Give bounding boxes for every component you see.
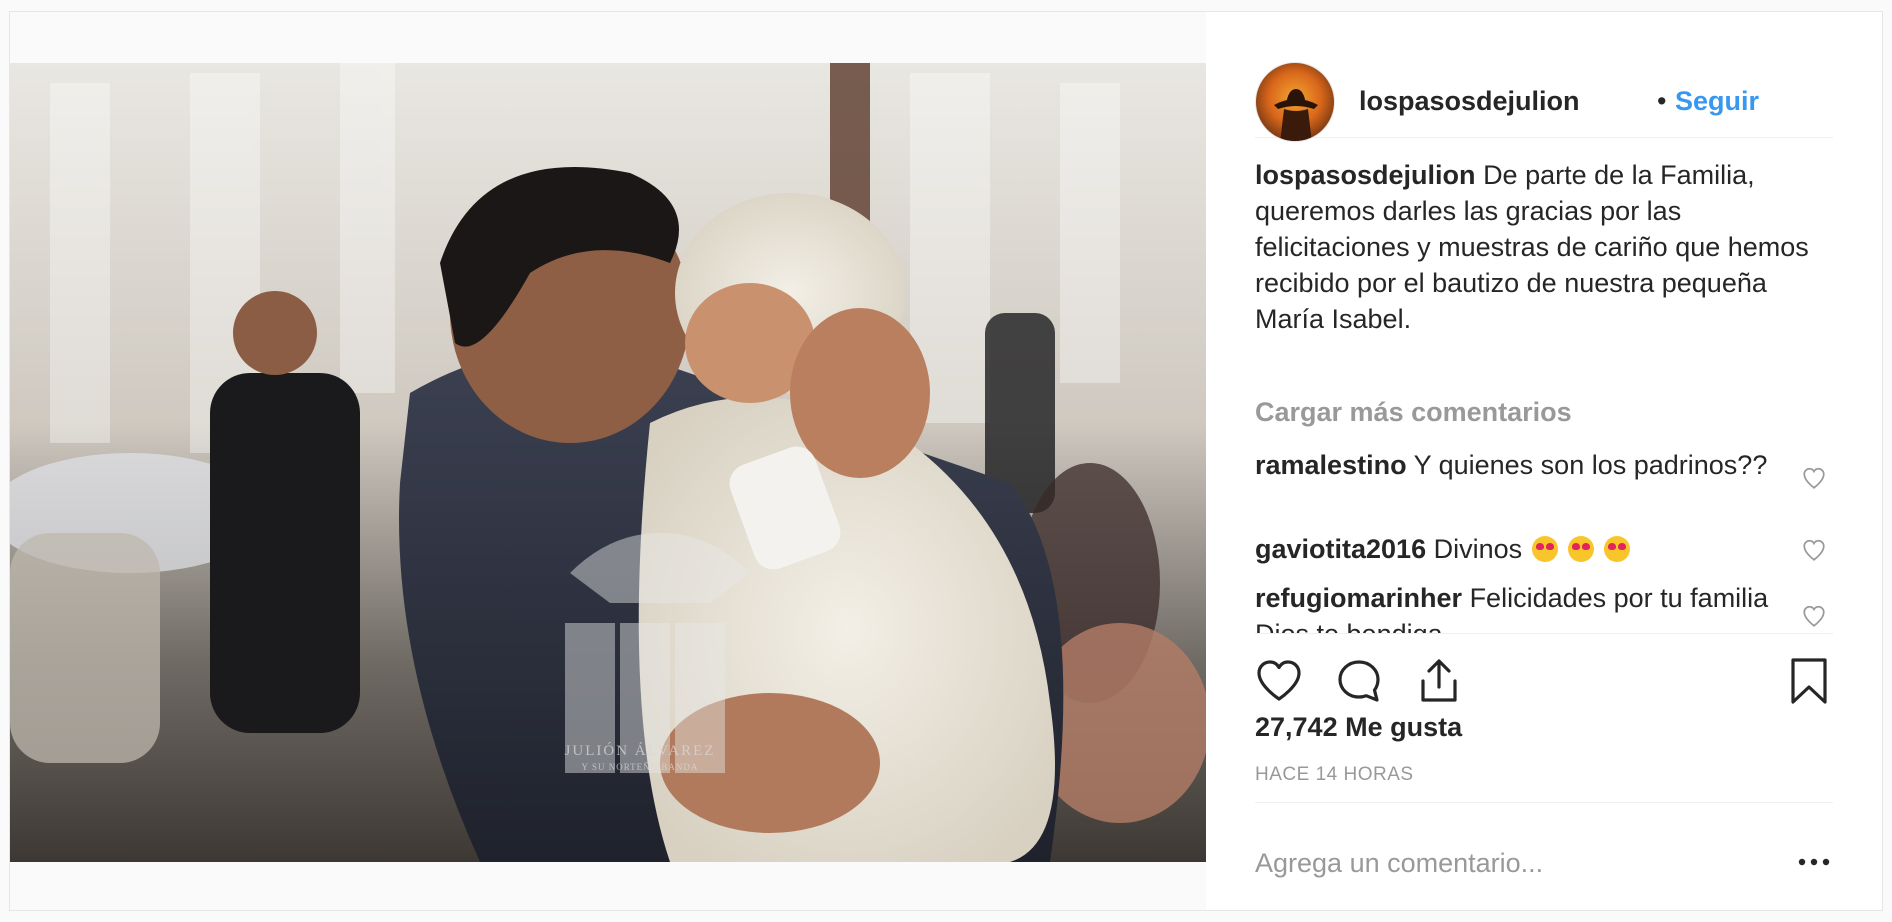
like-heart-icon[interactable]: [1255, 657, 1303, 705]
post-photo[interactable]: JULIÓN ÁLVAREZ Y SU NORTEÑO BANDA: [10, 63, 1206, 862]
watermark-line1: JULIÓN ÁLVAREZ: [564, 743, 716, 759]
comment-text: Divinos: [1433, 534, 1523, 564]
comment-like-heart-icon[interactable]: [1801, 537, 1827, 563]
avatar[interactable]: [1255, 62, 1335, 142]
watermark-text: JULIÓN ÁLVAREZ Y SU NORTEÑO BANDA: [510, 743, 770, 775]
header-username[interactable]: lospasosdejulion: [1359, 86, 1580, 117]
post-caption: lospasosdejulion De parte de la Familia,…: [1255, 157, 1815, 337]
comment-text: Y quienes son los padrinos??: [1413, 450, 1768, 480]
header-separator: •: [1657, 86, 1667, 116]
comment-item: refugiomarinher Felicidades por tu famil…: [1255, 580, 1775, 633]
avatar-image: [1274, 89, 1318, 141]
add-comment-bar: [1255, 802, 1833, 910]
heart-eyes-emoji-icon: [1604, 536, 1631, 562]
likes-count[interactable]: 27,742 Me gusta: [1255, 712, 1462, 743]
comments-section: lospasosdejulion De parte de la Familia,…: [1255, 157, 1833, 634]
instagram-post: JULIÓN ÁLVAREZ Y SU NORTEÑO BANDA lospas…: [9, 11, 1883, 911]
post-header: lospasosdejulion • Seguir: [1255, 42, 1833, 142]
caption-username[interactable]: lospasosdejulion: [1255, 160, 1476, 190]
action-bar: [1255, 642, 1833, 705]
post-sidebar: lospasosdejulion • Seguir lospasosdejuli…: [1206, 12, 1882, 910]
heart-eyes-emoji-icon: [1568, 536, 1595, 562]
watermark-logo: [565, 533, 750, 773]
comment-icon[interactable]: [1335, 657, 1383, 705]
comment-username[interactable]: refugiomarinher: [1255, 583, 1462, 613]
bookmark-icon[interactable]: [1785, 657, 1833, 705]
comment-like-heart-icon[interactable]: [1801, 603, 1827, 629]
comment-item: ramalestino Y quienes son los padrinos??: [1255, 447, 1775, 483]
comment-username[interactable]: ramalestino: [1255, 450, 1407, 480]
follow-button[interactable]: Seguir: [1675, 86, 1759, 117]
add-comment-input[interactable]: [1255, 843, 1755, 883]
more-options-icon[interactable]: [1795, 847, 1833, 877]
comment-username[interactable]: gaviotita2016: [1255, 534, 1426, 564]
comment-like-heart-icon[interactable]: [1801, 465, 1827, 491]
comment-item: gaviotita2016 Divinos: [1255, 531, 1775, 567]
share-icon[interactable]: [1415, 657, 1463, 705]
load-more-comments-button[interactable]: Cargar más comentarios: [1255, 397, 1572, 428]
post-timestamp[interactable]: HACE 14 HORAS: [1255, 764, 1414, 786]
post-media-area: JULIÓN ÁLVAREZ Y SU NORTEÑO BANDA: [10, 12, 1206, 910]
watermark-line2: Y SU NORTEÑO BANDA: [581, 762, 699, 772]
heart-eyes-emoji-icon: [1532, 536, 1559, 562]
